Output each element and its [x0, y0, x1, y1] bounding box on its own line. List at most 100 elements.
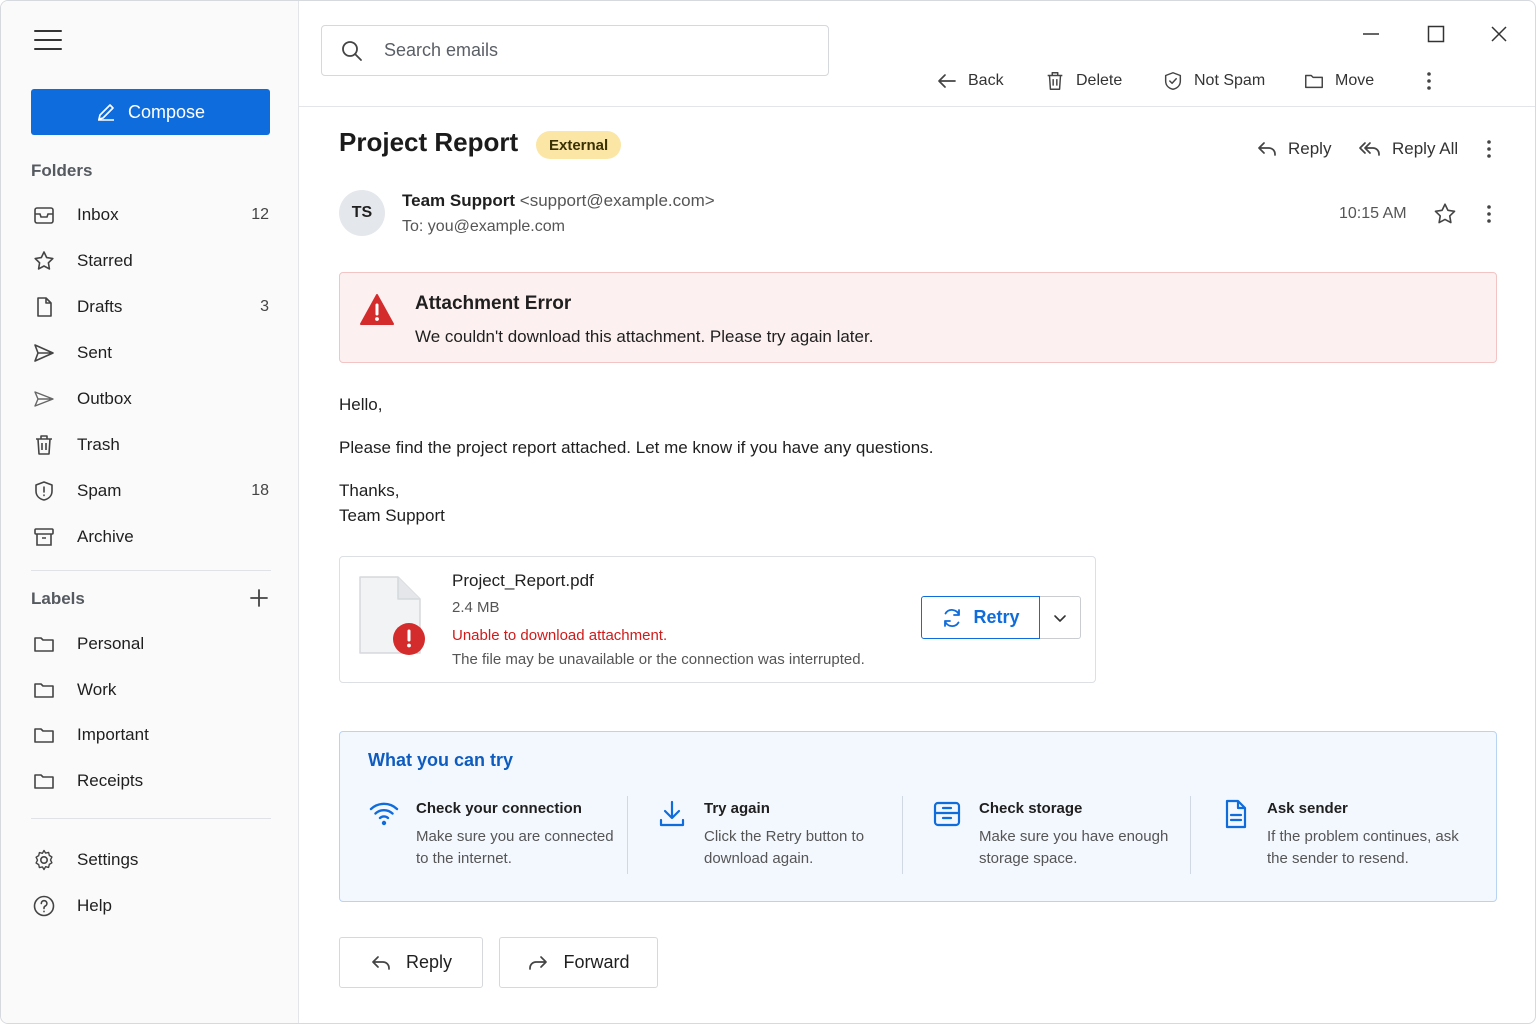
archive-icon: [31, 524, 57, 550]
trash-icon: [31, 432, 57, 458]
arrow-left-icon: [936, 70, 958, 92]
move-button[interactable]: Move: [1303, 67, 1374, 95]
sidebar-item-label: Drafts: [77, 297, 123, 316]
minimize-icon[interactable]: [1356, 19, 1386, 49]
sidebar-item-drafts[interactable]: Drafts 3: [31, 287, 271, 327]
error-message: We couldn't download this attachment. Pl…: [415, 327, 874, 346]
retry-options-dropdown[interactable]: [1040, 596, 1081, 639]
attachment-filename[interactable]: Project_Report.pdf: [452, 571, 594, 591]
sidebar-item-outbox[interactable]: Outbox: [31, 379, 271, 419]
email-signature: Team Support: [339, 506, 445, 525]
sidebar-item-archive[interactable]: Archive: [31, 517, 271, 557]
tip-divider: [902, 796, 903, 874]
document-icon: [1219, 798, 1251, 830]
labels-heading: Labels: [31, 589, 85, 608]
sidebar-item-trash[interactable]: Trash: [31, 425, 271, 465]
sidebar-item-settings[interactable]: Settings: [31, 840, 271, 880]
sidebar-item-label: Receipts: [77, 771, 144, 790]
sidebar-item-help[interactable]: Help: [31, 886, 271, 926]
error-title: Attachment Error: [415, 293, 572, 314]
mail-window: Compose Folders Inbox 12 Starred Drafts …: [0, 0, 1536, 1024]
inbox-icon: [31, 202, 57, 228]
star-icon: [31, 248, 57, 274]
warning-icon: [359, 293, 395, 327]
sidebar-item-receipts[interactable]: Receipts: [31, 761, 271, 801]
avatar: TS: [339, 190, 385, 236]
gear-icon: [31, 847, 57, 873]
refresh-icon: [941, 607, 963, 629]
tip-heading: Ask sender: [1267, 800, 1348, 817]
download-icon: [656, 798, 688, 830]
more-icon[interactable]: [1419, 67, 1439, 95]
troubleshooting-panel: What you can try Check your connection M…: [339, 731, 1497, 902]
more-icon[interactable]: [1479, 200, 1499, 228]
compose-label: Compose: [127, 101, 206, 122]
send-icon: [31, 340, 57, 366]
maximize-icon[interactable]: [1421, 19, 1451, 49]
delete-button[interactable]: Delete: [1044, 67, 1122, 95]
sidebar-divider: [31, 818, 271, 819]
reply-button[interactable]: Reply: [1256, 135, 1331, 163]
sidebar-item-important[interactable]: Important: [31, 715, 271, 755]
sidebar-item-label: Sent: [77, 343, 112, 362]
sidebar-item-label: Outbox: [77, 389, 132, 408]
sidebar-item-work[interactable]: Work: [31, 670, 271, 710]
toolbar-divider: [299, 106, 1535, 107]
recipient-line: To: you@example.com: [402, 218, 565, 235]
menu-icon[interactable]: [33, 29, 67, 53]
compose-button[interactable]: Compose: [31, 89, 270, 135]
tip-description: Click the Retry button to download again…: [704, 828, 865, 867]
tip-divider: [1190, 796, 1191, 874]
more-icon[interactable]: [1479, 135, 1499, 163]
reply-button[interactable]: Reply: [339, 937, 483, 988]
tip-heading: Try again: [704, 800, 770, 817]
folder-icon: [31, 631, 57, 657]
tip-divider: [627, 796, 628, 874]
attachment-size: 2.4 MB: [452, 599, 500, 616]
sidebar-item-label: Settings: [77, 850, 139, 869]
tip-description: Make sure you are connected to the inter…: [416, 828, 614, 867]
folder-icon: [31, 722, 57, 748]
tip-description: Make sure you have enough storage space.: [979, 828, 1169, 867]
retry-button[interactable]: Retry: [921, 596, 1040, 639]
sender-name: Team Support: [402, 191, 516, 210]
star-icon[interactable]: [1432, 201, 1458, 227]
file-error-icon: [358, 575, 430, 657]
sidebar-item-label: Trash: [77, 435, 120, 454]
folder-icon: [31, 768, 57, 794]
search-icon: [340, 39, 364, 63]
sidebar-item-sent[interactable]: Sent: [31, 333, 271, 373]
sidebar-item-starred[interactable]: Starred: [31, 241, 271, 281]
search-input[interactable]: [384, 40, 804, 61]
not-spam-label: Not Spam: [1194, 72, 1266, 89]
sidebar-item-label: Personal: [77, 634, 145, 653]
back-button[interactable]: Back: [936, 67, 1004, 95]
forward-button[interactable]: Forward: [499, 937, 658, 988]
reply-all-button[interactable]: Reply All: [1358, 135, 1458, 163]
chevron-down-icon: [1053, 611, 1067, 625]
sidebar-item-personal[interactable]: Personal: [31, 624, 271, 664]
add-label-icon[interactable]: [247, 586, 271, 610]
close-icon[interactable]: [1484, 19, 1514, 49]
attachment-error: Unable to download attachment.: [452, 627, 668, 644]
folders-heading: Folders: [31, 161, 93, 180]
reply-label: Reply: [405, 952, 453, 972]
not-spam-button[interactable]: Not Spam: [1162, 67, 1265, 95]
forward-label: Forward: [563, 952, 630, 972]
reply-label: Reply: [1288, 139, 1332, 158]
draft-icon: [31, 294, 57, 320]
unread-count: 12: [251, 206, 269, 223]
back-label: Back: [968, 72, 1004, 89]
sidebar-item-spam[interactable]: Spam 18: [31, 471, 271, 511]
tips-title: What you can try: [368, 750, 514, 770]
email-subject: Project Report: [339, 127, 519, 157]
sidebar-item-inbox[interactable]: Inbox 12: [31, 195, 271, 235]
folder-icon: [31, 677, 57, 703]
external-badge: External: [536, 131, 622, 159]
sidebar-item-label: Help: [77, 896, 112, 915]
forward-icon: [527, 952, 549, 974]
search-box[interactable]: [321, 25, 829, 76]
help-icon: [31, 893, 57, 919]
draft-count: 3: [260, 298, 269, 315]
sender-email: <support@example.com>: [519, 191, 715, 210]
